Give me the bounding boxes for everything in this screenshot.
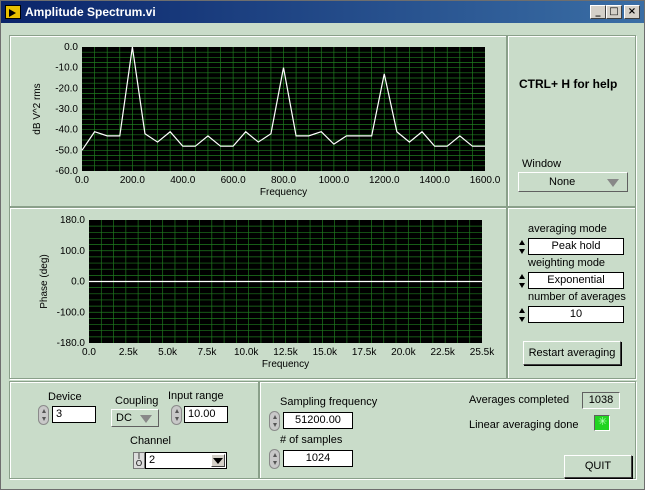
sampling-frequency-spinner[interactable] (269, 411, 280, 431)
sampling-panel: Sampling frequency 51200.00 # of samples… (259, 381, 636, 479)
coupling-select[interactable]: DC (111, 409, 159, 427)
channel-label: Channel (130, 435, 171, 447)
minimize-button[interactable]: _ (590, 5, 606, 19)
weighting-mode-label: weighting mode (528, 257, 606, 269)
y-tick-label: 180.0 (60, 215, 85, 226)
x-tick-label: 1200.0 (369, 175, 400, 186)
window-select[interactable]: None (518, 172, 628, 192)
x-tick-label: 800.0 (271, 175, 296, 186)
sampling-frequency-field[interactable]: 51200.00 (283, 412, 353, 429)
x-tick-label: 1600.0 (470, 175, 501, 186)
averages-completed-indicator: 1038 (582, 392, 620, 409)
phase-graph: 180.0100.00.0-100.0-180.00.0 2.5k 5.0k 7.5k… (39, 215, 495, 370)
chevron-down-icon (213, 458, 223, 464)
y-axis-label: Phase (deg) (39, 254, 50, 308)
device-label: Device (48, 391, 82, 403)
y-tick-label: -30.0 (55, 104, 78, 115)
quit-button[interactable]: QUIT (564, 455, 632, 478)
samples-label: # of samples (280, 434, 343, 446)
x-tick-label: 1400.0 (419, 175, 450, 186)
averages-completed-label: Averages completed (469, 394, 570, 406)
averaging-mode-arrows[interactable] (519, 238, 527, 256)
help-window-panel: CTRL+ H for help Window None (507, 35, 636, 207)
x-axis-label: Frequency (262, 359, 309, 370)
number-of-averages-label: number of averages (528, 291, 626, 303)
coupling-label: Coupling (115, 395, 159, 407)
io-channel-icon: IO (133, 452, 145, 469)
coupling-value: DC (116, 412, 132, 424)
x-tick-label: 0.0 (75, 175, 89, 186)
x-tick-label: 600.0 (221, 175, 246, 186)
y-tick-label: 0.0 (71, 277, 85, 288)
linear-averaging-done-label: Linear averaging done (469, 419, 579, 431)
device-spinner[interactable] (38, 405, 49, 425)
x-tick-label: 22.5k (430, 347, 455, 358)
help-hint: CTRL+ H for help (519, 77, 618, 91)
weighting-mode-arrows[interactable] (519, 272, 527, 290)
number-of-averages-field[interactable]: 10 (528, 306, 624, 323)
x-tick-label: 10.0k (234, 347, 259, 358)
weighting-mode-field[interactable]: Exponential (528, 272, 624, 289)
x-tick-label: 200.0 (120, 175, 145, 186)
x-tick-label: 15.0k (313, 347, 338, 358)
close-button[interactable]: × (624, 5, 640, 19)
input-range-spinner[interactable] (171, 405, 182, 425)
y-tick-label: -20.0 (55, 83, 78, 94)
averaging-panel: averaging mode Peak hold weighting mode … (507, 207, 636, 379)
dropdown-arrow-icon (140, 415, 152, 423)
averaging-mode-field[interactable]: Peak hold (528, 238, 624, 255)
channel-dropdown-button[interactable] (211, 454, 225, 467)
x-tick-label: 7.5k (197, 347, 217, 358)
restart-averaging-button[interactable]: Restart averaging (523, 341, 621, 365)
y-tick-label: 0.0 (64, 42, 78, 53)
y-tick-label: -10.0 (55, 63, 78, 74)
x-tick-label: 400.0 (170, 175, 195, 186)
input-range-field[interactable]: 10.00 (184, 406, 228, 423)
x-tick-label: 25.5k (470, 347, 495, 358)
linear-averaging-led: ✳ (594, 415, 610, 431)
input-range-label: Input range (168, 390, 224, 402)
samples-spinner[interactable] (269, 449, 280, 469)
amplitude-graph: 0.0-10.0-20.0-30.0-40.0-50.0-60.00.0 200.… (32, 42, 501, 198)
x-tick-label: 17.5k (352, 347, 377, 358)
x-tick-label: 20.0k (391, 347, 416, 358)
labview-vi-icon (5, 5, 21, 19)
title-bar: Amplitude Spectrum.vi _ □ × (1, 1, 644, 23)
daq-settings-panel: Device 3 Coupling DC Input range 10.00 C… (9, 381, 259, 479)
phase-graph-panel: 180.0 100.0 0.0 -100.0 -180.0 0.0 2.5k 5.0k 7.5k… (9, 207, 507, 379)
y-tick-label: -100.0 (57, 307, 86, 318)
x-axis-label: Frequency (260, 187, 307, 198)
amplitude-graph-panel: 0.0 -10.0 -20.0 -30.0 -40.0 -50.0 -60.0 0.0 200.… (9, 35, 507, 207)
averaging-mode-label: averaging mode (528, 223, 607, 235)
y-axis-label: dB V^2 rms (32, 83, 43, 134)
dropdown-arrow-icon (607, 179, 619, 187)
x-tick-label: 5.0k (158, 347, 178, 358)
window-label: Window (522, 158, 562, 170)
x-tick-label: 2.5k (119, 347, 139, 358)
led-glint-icon: ✳ (598, 416, 608, 428)
y-tick-label: -50.0 (55, 145, 78, 156)
x-tick-label: 12.5k (273, 347, 298, 358)
number-of-averages-arrows[interactable] (519, 306, 527, 324)
device-field[interactable]: 3 (52, 406, 96, 423)
x-tick-label: 0.0 (82, 347, 96, 358)
window-select-value: None (549, 176, 576, 188)
samples-field[interactable]: 1024 (283, 450, 353, 467)
app-window: Amplitude Spectrum.vi _ □ × 0.0 -10.0 -20.… (0, 0, 645, 490)
sampling-frequency-label: Sampling frequency (280, 396, 378, 408)
window-title: Amplitude Spectrum.vi (25, 5, 156, 19)
y-tick-label: -40.0 (55, 125, 78, 136)
y-tick-label: 100.0 (60, 246, 85, 257)
x-tick-label: 1000.0 (319, 175, 350, 186)
maximize-button[interactable]: □ (606, 5, 622, 19)
